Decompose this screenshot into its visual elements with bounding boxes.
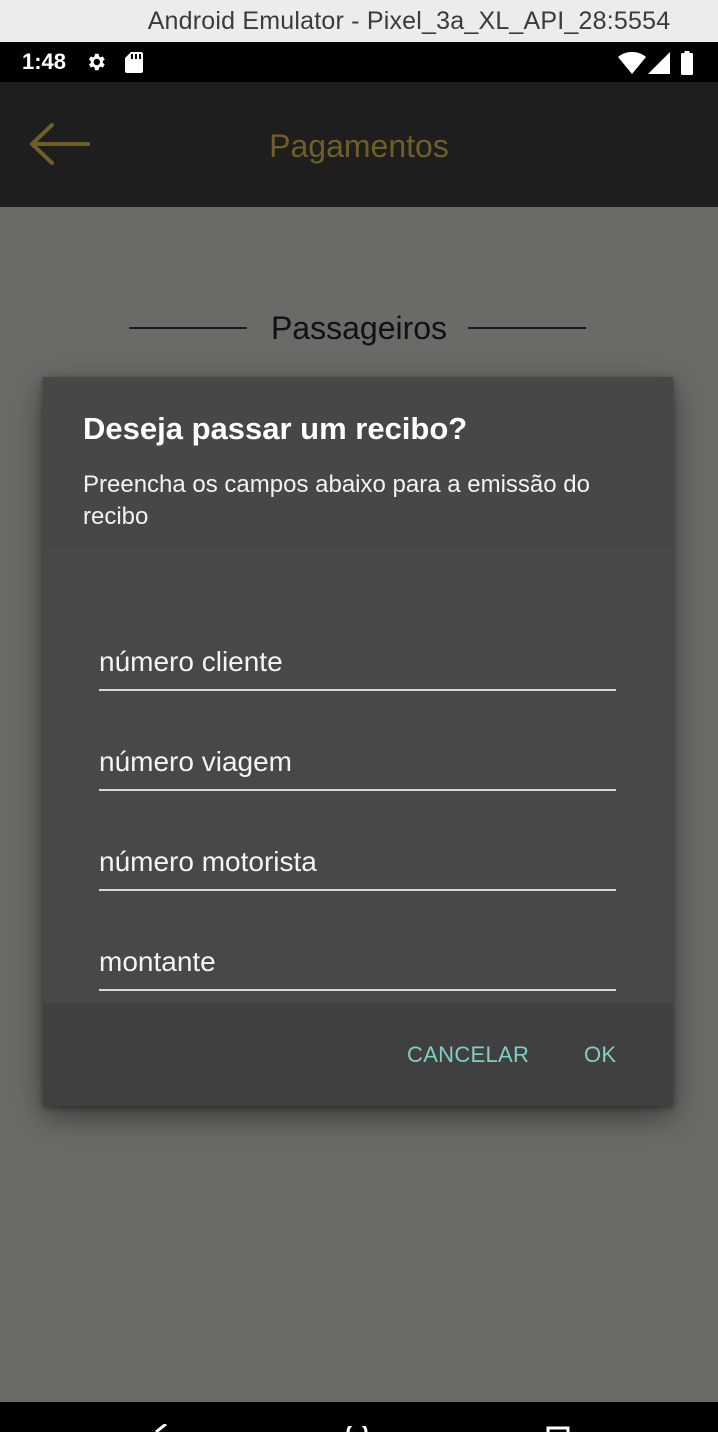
dialog-title: Deseja passar um recibo? xyxy=(83,411,468,446)
status-time: 1:48 xyxy=(22,49,67,74)
cancel-button[interactable]: CANCELAR xyxy=(407,1033,529,1077)
battery-icon xyxy=(681,51,693,75)
wifi-icon xyxy=(618,52,646,74)
driver-number-field[interactable] xyxy=(99,837,616,891)
page-title: Pagamentos xyxy=(269,128,449,164)
amount-input[interactable] xyxy=(99,937,616,987)
nav-home-icon[interactable] xyxy=(345,1426,369,1432)
section-heading: Passageiros xyxy=(0,300,718,356)
ok-button[interactable]: OK xyxy=(584,1033,616,1077)
section-title: Passageiros xyxy=(270,310,448,346)
app-toolbar: Pagamentos xyxy=(0,82,718,207)
dialog-actions: CANCELAR OK xyxy=(43,1003,673,1106)
nav-back-icon[interactable] xyxy=(150,1424,170,1432)
status-bar: 1:48 xyxy=(0,42,718,82)
receipt-dialog: Deseja passar um recibo? Preencha os cam… xyxy=(43,377,673,1106)
client-number-field[interactable] xyxy=(99,637,616,691)
trip-number-input[interactable] xyxy=(99,737,616,787)
nav-recents-icon[interactable] xyxy=(546,1426,570,1432)
divider-line xyxy=(468,327,586,329)
navigation-bar xyxy=(0,1402,718,1432)
signal-icon xyxy=(648,52,670,74)
dialog-header: Deseja passar um recibo? Preencha os cam… xyxy=(43,377,673,546)
dialog-message: Preencha os campos abaixo para a emissão… xyxy=(83,471,590,530)
emulator-window-title: Android Emulator - Pixel_3a_XL_API_28:55… xyxy=(0,0,718,42)
gear-icon xyxy=(88,53,105,71)
sd-card-icon xyxy=(125,52,143,73)
trip-number-field[interactable] xyxy=(99,737,616,791)
amount-field[interactable] xyxy=(99,937,616,991)
client-number-input[interactable] xyxy=(99,637,616,687)
driver-number-input[interactable] xyxy=(99,837,616,887)
